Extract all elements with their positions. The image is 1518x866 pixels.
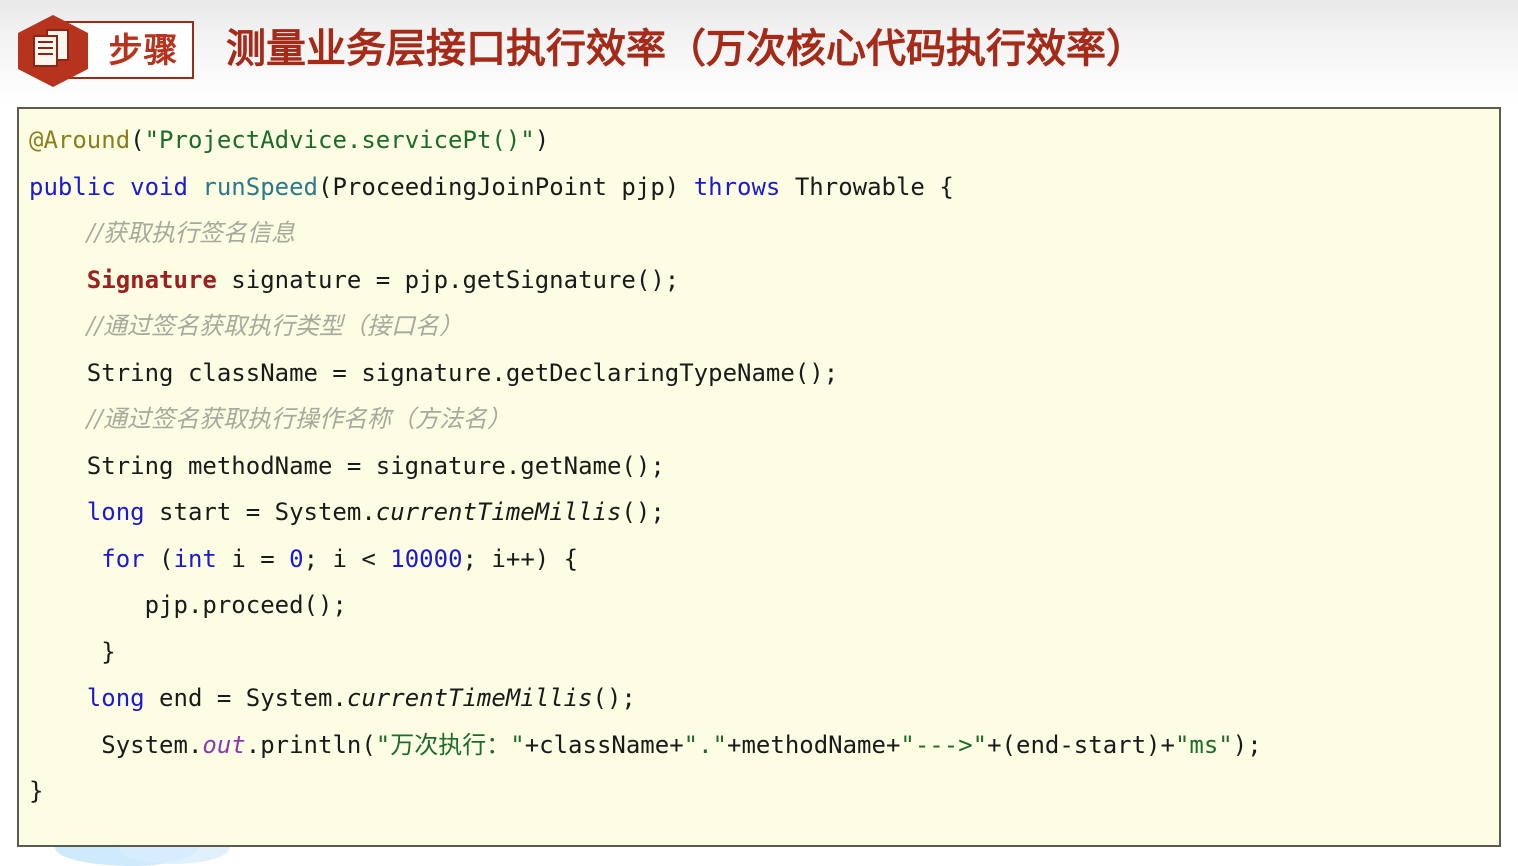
code-token-plain: String className = signature.getDeclarin… — [86, 358, 839, 387]
code-token-plain: ) — [534, 126, 550, 154]
slide-header: 步骤 测量业务层接口执行效率（万次核心代码执行效率） — [0, 0, 1518, 104]
code-line: System.out.println("万次执行："+className+"."… — [29, 722, 1499, 769]
code-token-plain: signature = pjp.getSignature(); — [216, 265, 680, 294]
code-line: for (int i = 0; i < 10000; i++) { — [29, 536, 1499, 583]
code-line: Signature signature = pjp.getSignature()… — [29, 257, 1499, 304]
code-token-plain: .println( — [245, 730, 376, 759]
code-token-str: "ms" — [1174, 730, 1233, 759]
code-line: long end = System.currentTimeMillis(); — [29, 675, 1499, 722]
code-token-plain: end = System. — [144, 684, 347, 712]
code-token-num: 0 — [289, 544, 304, 573]
document-front-sheet — [33, 35, 58, 67]
code-token-plain: } — [29, 777, 44, 805]
step-badge: 步骤 — [16, 12, 196, 90]
code-token-kw: long — [86, 684, 145, 712]
document-pages-icon — [33, 29, 69, 67]
code-token-plain: ( — [144, 544, 174, 573]
code-token-cmt: //获取执行签名信息 — [86, 219, 295, 247]
code-token-plain: pjp.proceed(); — [144, 591, 347, 619]
code-token-cmt: //通过签名获取执行操作名称（方法名） — [86, 405, 511, 433]
code-line: //通过签名获取执行类型（接口名） — [29, 303, 1499, 350]
code-token-field: out — [202, 730, 246, 759]
code-token-kw: throws — [693, 172, 781, 201]
badge-label: 步骤 — [108, 31, 179, 71]
code-line: @Around("ProjectAdvice.servicePt()") — [29, 117, 1499, 164]
code-token-str: "--->" — [900, 730, 988, 759]
code-block-panel: @Around("ProjectAdvice.servicePt()") publ… — [17, 107, 1501, 847]
code-token-str: "." — [683, 730, 728, 759]
code-token-plain: i = — [216, 544, 290, 573]
code-line: public void runSpeed(ProceedingJoinPoint… — [29, 164, 1499, 211]
code-token-plain: ; i < — [303, 544, 391, 573]
code-token-cmt: //通过签名获取执行类型（接口名） — [86, 312, 463, 340]
code-line: } — [29, 768, 1499, 815]
code-token-plain: (); — [592, 684, 636, 712]
code-token-str: "万次执行：" — [375, 730, 525, 759]
code-token-kw: void — [130, 172, 188, 201]
code-line: long start = System.currentTimeMillis(); — [29, 489, 1499, 536]
code-token-type: Signature — [86, 265, 217, 294]
code-token-num: 10000 — [390, 544, 463, 573]
code-token-plain: ( — [130, 126, 145, 154]
code-token-kw: for — [101, 544, 145, 573]
code-token-plain: +className+ — [524, 730, 684, 759]
code-token-fn: runSpeed — [202, 172, 318, 201]
code-token-plain: (ProceedingJoinPoint pjp) — [318, 172, 694, 201]
code-token-plain: ); — [1232, 730, 1262, 759]
code-line: //通过签名获取执行操作名称（方法名） — [29, 396, 1499, 443]
code-token-plain: String methodName = signature.getName(); — [86, 451, 665, 480]
code-token-plain: +methodName+ — [727, 730, 901, 759]
code-token-static: currentTimeMillis — [346, 684, 593, 712]
code-token-plain: start = System. — [144, 498, 376, 526]
code-line: //获取执行签名信息 — [29, 210, 1499, 257]
document-text-line — [38, 53, 53, 55]
page-title: 测量业务层接口执行效率（万次核心代码执行效率） — [226, 26, 1146, 72]
document-text-line — [38, 41, 53, 43]
code-token-str: "ProjectAdvice.servicePt()" — [144, 126, 535, 154]
code-token-kw: long — [86, 498, 145, 526]
code-line: } — [29, 629, 1499, 676]
code-token-ann: @Around — [29, 126, 131, 154]
code-line: String methodName = signature.getName(); — [29, 443, 1499, 490]
code-line: pjp.proceed(); — [29, 582, 1499, 629]
code-token-plain: } — [86, 637, 116, 666]
code-token-plain: Throwable { — [780, 172, 954, 201]
code-token-static: currentTimeMillis — [375, 498, 622, 526]
code-token-plain: ; i++) { — [462, 544, 579, 573]
document-text-line — [38, 47, 53, 49]
code-line: String className = signature.getDeclarin… — [29, 350, 1499, 397]
code-token-plain: System. — [86, 730, 203, 759]
code-token-kw: int — [173, 544, 217, 573]
code-token-kw: public — [29, 172, 116, 201]
code-token-plain: (); — [621, 498, 665, 526]
code-content: @Around("ProjectAdvice.servicePt()") publ… — [29, 117, 1499, 815]
code-token-plain: +(end-start)+ — [987, 730, 1175, 759]
